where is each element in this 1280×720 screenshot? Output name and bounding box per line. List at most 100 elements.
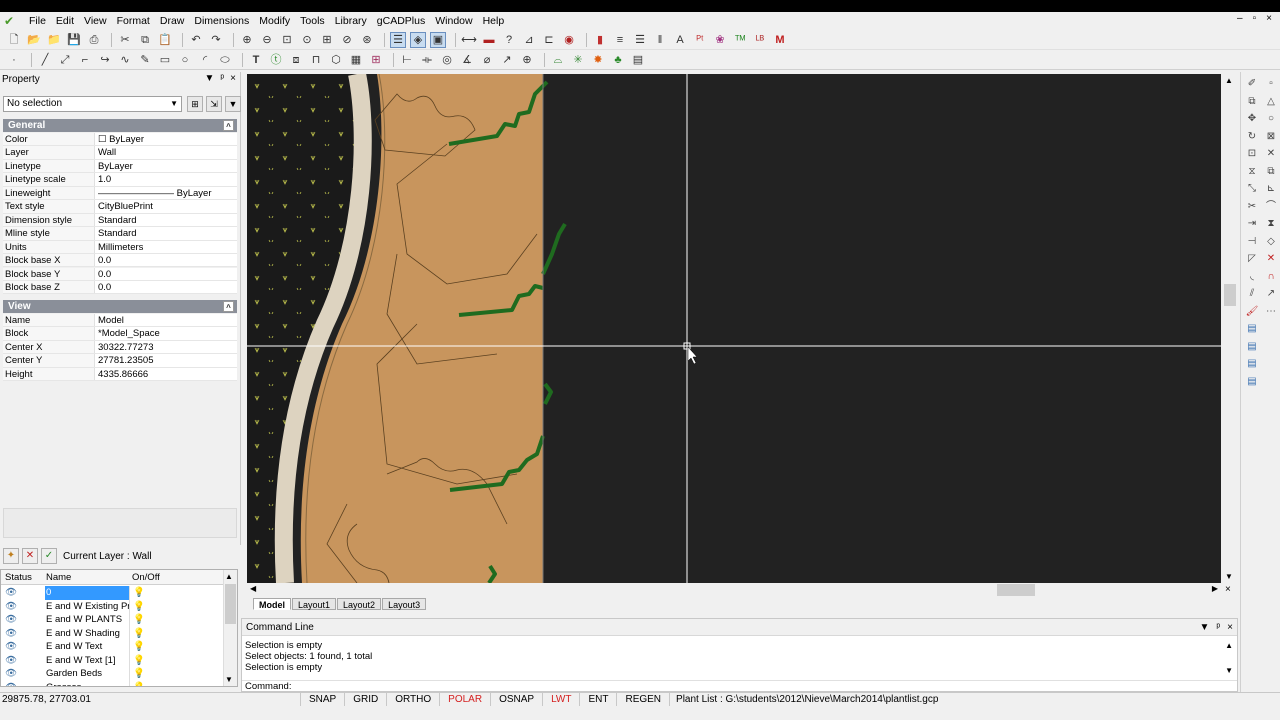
layer-3-icon[interactable]: ▤ bbox=[1244, 356, 1260, 372]
collapse-icon[interactable]: ^ bbox=[223, 120, 234, 131]
drawing-close-icon[interactable]: × bbox=[1225, 584, 1231, 595]
close-button[interactable]: × bbox=[1266, 13, 1272, 24]
point-icon[interactable]: · bbox=[6, 52, 22, 68]
property-value[interactable]: Model bbox=[95, 314, 237, 326]
property-value[interactable]: 30322.77273 bbox=[95, 341, 237, 353]
zoom-realtime-icon[interactable]: ⊙ bbox=[299, 32, 315, 48]
grid-hatch-icon[interactable]: ⊞ bbox=[368, 52, 384, 68]
property-row[interactable]: Color ☐ ByLayer bbox=[3, 133, 237, 147]
layer-row[interactable]: 👁 Garden Beds 💡 bbox=[1, 667, 223, 681]
dim-radius-icon[interactable]: ◎ bbox=[439, 52, 455, 68]
property-value[interactable]: 4335.86666 bbox=[95, 368, 237, 380]
open-folder-icon[interactable]: 📂 bbox=[26, 32, 42, 48]
osnap-toggle[interactable]: OSNAP bbox=[490, 693, 542, 706]
circle-icon[interactable]: ○ bbox=[177, 52, 193, 68]
insert-block-icon[interactable]: ⊏ bbox=[541, 32, 557, 48]
ellipse-icon[interactable]: ⬭ bbox=[217, 52, 233, 68]
layer-4-icon[interactable]: ▤ bbox=[1244, 374, 1260, 390]
zoom-previous-icon[interactable]: ⊘ bbox=[339, 32, 355, 48]
columns-icon[interactable]: ‖ bbox=[652, 32, 668, 48]
general-section-header[interactable]: General ^ bbox=[3, 119, 237, 132]
layer-visible-icon[interactable]: 👁 bbox=[1, 667, 45, 681]
snap-hourglass-icon[interactable]: ⧗ bbox=[1263, 216, 1279, 232]
scroll-thumb[interactable] bbox=[225, 584, 236, 624]
property-value[interactable]: Wall bbox=[95, 146, 237, 158]
plant-icon[interactable]: ♣ bbox=[610, 52, 626, 68]
multiline-icon[interactable]: ↪ bbox=[97, 52, 113, 68]
view-section-header[interactable]: View ^ bbox=[3, 300, 237, 313]
pin-icon[interactable]: ᵖ bbox=[220, 73, 224, 84]
distance-icon[interactable]: ⟷ bbox=[461, 32, 477, 48]
dim-linear-icon[interactable]: ⊢ bbox=[399, 52, 415, 68]
layer-name[interactable]: E and W Text bbox=[45, 640, 129, 654]
regen-toggle[interactable]: REGEN bbox=[616, 693, 669, 706]
layer-row[interactable]: 👁 E and W Shading 💡 bbox=[1, 626, 223, 641]
zoom-extents-icon[interactable]: ⊞ bbox=[319, 32, 335, 48]
menu-format[interactable]: Format bbox=[112, 12, 155, 30]
layer-row[interactable]: 👁 0 💡 bbox=[1, 586, 223, 600]
layer-name[interactable]: 0 bbox=[45, 586, 129, 600]
delete-layer-icon[interactable]: ✕ bbox=[22, 548, 38, 564]
help-icon[interactable]: ? bbox=[501, 32, 517, 48]
property-row[interactable]: Block base Y 0.0 bbox=[3, 267, 237, 281]
scroll-thumb[interactable] bbox=[997, 584, 1035, 596]
snap-settings-icon[interactable]: ↗ bbox=[1263, 286, 1279, 302]
layer-visible-icon[interactable]: 👁 bbox=[1, 613, 45, 627]
lightbulb-icon[interactable]: 💡 bbox=[129, 613, 162, 627]
property-value[interactable]: ByLayer bbox=[95, 160, 237, 172]
property-row[interactable]: Linetype ByLayer bbox=[3, 159, 237, 174]
paste-icon[interactable]: 📋 bbox=[157, 32, 173, 48]
menu-dimensions[interactable]: Dimensions bbox=[189, 12, 254, 30]
tab-layout3[interactable]: Layout3 bbox=[382, 598, 427, 610]
snap-dots-icon[interactable]: ⋯ bbox=[1263, 304, 1279, 320]
print-icon[interactable]: ⎙ bbox=[86, 32, 102, 48]
polyline-icon[interactable]: ⌐ bbox=[77, 52, 93, 68]
layer-visible-icon[interactable]: 👁 bbox=[1, 640, 45, 654]
extend-icon[interactable]: ⇥ bbox=[1244, 216, 1260, 232]
snap-copy-icon[interactable]: ⧉ bbox=[1263, 164, 1279, 180]
property-row[interactable]: Block base X 0.0 bbox=[3, 254, 237, 268]
layer-visible-icon[interactable]: 👁 bbox=[1, 681, 45, 687]
property-value[interactable]: 0.0 bbox=[95, 254, 237, 266]
property-row[interactable]: Block *Model_Space bbox=[3, 327, 237, 341]
horizontal-scrollbar[interactable]: ◀ ▶ bbox=[247, 583, 1221, 597]
dim-aligned-icon[interactable]: ⟛ bbox=[419, 52, 435, 68]
menu-modify[interactable]: Modify bbox=[254, 12, 295, 30]
property-row[interactable]: Dimension style Standard bbox=[3, 213, 237, 228]
property-value[interactable]: 27781.23505 bbox=[95, 354, 237, 366]
line-icon[interactable]: ╱ bbox=[37, 52, 53, 68]
scroll-left-icon[interactable]: ◀ bbox=[250, 584, 256, 593]
color-bars-icon[interactable]: ▮ bbox=[592, 32, 608, 48]
plant-list-icon[interactable]: ▤ bbox=[630, 52, 646, 68]
ent-toggle[interactable]: ENT bbox=[579, 693, 616, 706]
column-status[interactable]: Status bbox=[1, 570, 45, 584]
pin-icon[interactable]: ᵖ bbox=[1216, 619, 1220, 636]
panel-close-button[interactable]: × bbox=[1227, 619, 1233, 636]
leader-icon[interactable]: ↗ bbox=[499, 52, 515, 68]
filter-icon[interactable]: ▼ bbox=[225, 96, 241, 112]
set-current-layer-icon[interactable]: ✓ bbox=[41, 548, 57, 564]
selection-dropdown[interactable]: No selection ▼ bbox=[3, 96, 182, 112]
rectangle-icon[interactable]: ▭ bbox=[157, 52, 173, 68]
layer-name[interactable]: E and W Shading bbox=[45, 627, 129, 641]
erase-icon[interactable]: ✐ bbox=[1244, 76, 1260, 92]
restore-button[interactable]: ▫ bbox=[1253, 13, 1257, 24]
layer-name[interactable]: E and W Existing Prop bbox=[45, 600, 129, 614]
snap-none-icon[interactable]: ✕ bbox=[1263, 251, 1279, 267]
vertical-scrollbar[interactable]: ▲ ▼ bbox=[1223, 74, 1237, 583]
scroll-down-icon[interactable]: ▼ bbox=[225, 675, 233, 684]
property-row[interactable]: Lineweight ———————— ByLayer bbox=[3, 186, 237, 201]
panel-menu-button[interactable]: ▼ bbox=[1199, 619, 1209, 636]
layer-row[interactable]: 👁 Grasses 💡 bbox=[1, 680, 223, 687]
lightbulb-icon[interactable]: 💡 bbox=[129, 653, 162, 667]
chamfer-icon[interactable]: ◸ bbox=[1244, 251, 1260, 267]
scroll-down-icon[interactable]: ▼ bbox=[1225, 572, 1233, 581]
undo-icon[interactable]: ↶ bbox=[188, 32, 204, 48]
property-value[interactable]: 1.0 bbox=[95, 173, 237, 185]
match-properties-icon[interactable]: 🖌 bbox=[1244, 304, 1260, 320]
property-row[interactable]: Center Y 27781.23505 bbox=[3, 354, 237, 368]
insert-icon[interactable]: ⊓ bbox=[308, 52, 324, 68]
plant-text-icon[interactable]: ᴾᵗ bbox=[692, 32, 708, 48]
menu-help[interactable]: Help bbox=[478, 12, 510, 30]
layer-2-icon[interactable]: ▤ bbox=[1244, 339, 1260, 355]
